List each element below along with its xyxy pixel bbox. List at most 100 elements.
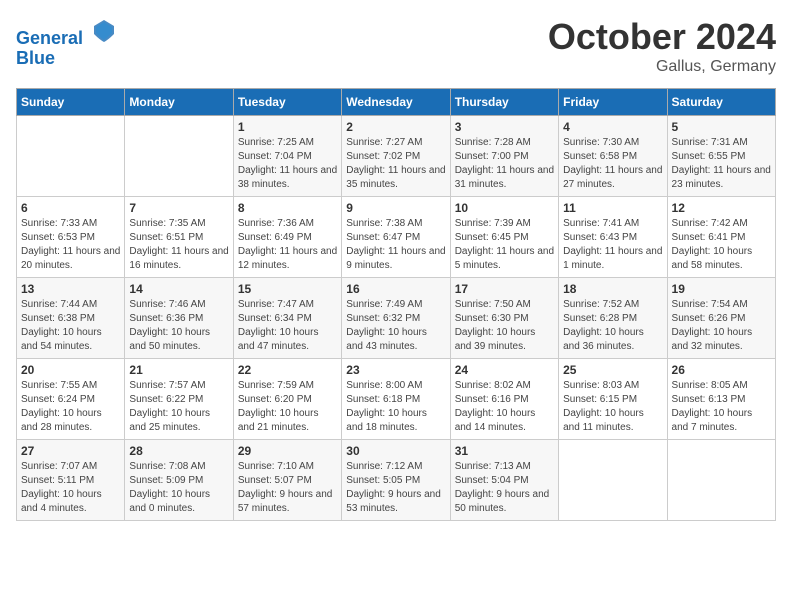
day-number: 20	[21, 363, 120, 377]
day-info: Sunrise: 7:46 AM Sunset: 6:36 PM Dayligh…	[129, 298, 228, 354]
day-number: 2	[346, 120, 445, 134]
calendar-cell: 15Sunrise: 7:47 AM Sunset: 6:34 PM Dayli…	[233, 278, 341, 359]
day-number: 8	[238, 201, 337, 215]
weekday-header-friday: Friday	[559, 89, 667, 116]
day-info: Sunrise: 7:35 AM Sunset: 6:51 PM Dayligh…	[129, 217, 228, 273]
day-info: Sunrise: 7:10 AM Sunset: 5:07 PM Dayligh…	[238, 460, 337, 516]
day-number: 24	[455, 363, 554, 377]
day-info: Sunrise: 7:12 AM Sunset: 5:05 PM Dayligh…	[346, 460, 445, 516]
day-info: Sunrise: 7:36 AM Sunset: 6:49 PM Dayligh…	[238, 217, 337, 273]
calendar-cell: 19Sunrise: 7:54 AM Sunset: 6:26 PM Dayli…	[667, 278, 775, 359]
day-number: 18	[563, 282, 662, 296]
weekday-header-wednesday: Wednesday	[342, 89, 450, 116]
calendar-cell: 5 Sunrise: 7:31 AM Sunset: 6:55 PM Daylig…	[667, 116, 775, 197]
day-number: 26	[672, 363, 771, 377]
day-info: Sunrise: 7:25 AM Sunset: 7:04 PM Dayligh…	[238, 136, 337, 192]
day-number: 31	[455, 444, 554, 458]
day-info: Sunrise: 7:57 AM Sunset: 6:22 PM Dayligh…	[129, 379, 228, 435]
day-number: 17	[455, 282, 554, 296]
calendar-cell	[17, 116, 125, 197]
calendar-cell: 7 Sunrise: 7:35 AM Sunset: 6:51 PM Daylig…	[125, 197, 233, 278]
day-number: 11	[563, 201, 662, 215]
day-number: 27	[21, 444, 120, 458]
day-info: Sunrise: 7:07 AM Sunset: 5:11 PM Dayligh…	[21, 460, 120, 516]
calendar-cell: 8 Sunrise: 7:36 AM Sunset: 6:49 PM Daylig…	[233, 197, 341, 278]
day-info: Sunrise: 7:31 AM Sunset: 6:55 PM Dayligh…	[672, 136, 771, 192]
day-number: 30	[346, 444, 445, 458]
day-number: 19	[672, 282, 771, 296]
day-number: 9	[346, 201, 445, 215]
weekday-header-thursday: Thursday	[450, 89, 558, 116]
logo: General Blue	[16, 16, 118, 69]
month-title: October 2024	[548, 16, 776, 58]
day-number: 10	[455, 201, 554, 215]
day-number: 29	[238, 444, 337, 458]
day-info: Sunrise: 7:27 AM Sunset: 7:02 PM Dayligh…	[346, 136, 445, 192]
calendar-cell: 20 Sunrise: 7:55 AM Sunset: 6:24 PM Dayli…	[17, 359, 125, 440]
day-number: 22	[238, 363, 337, 377]
calendar-table: SundayMondayTuesdayWednesdayThursdayFrid…	[16, 88, 776, 521]
calendar-cell: 24Sunrise: 8:02 AM Sunset: 6:16 PM Dayli…	[450, 359, 558, 440]
day-number: 23	[346, 363, 445, 377]
day-number: 7	[129, 201, 228, 215]
day-info: Sunrise: 7:28 AM Sunset: 7:00 PM Dayligh…	[455, 136, 554, 192]
day-info: Sunrise: 7:44 AM Sunset: 6:38 PM Dayligh…	[21, 298, 120, 354]
logo-icon	[90, 16, 118, 44]
day-number: 6	[21, 201, 120, 215]
day-number: 4	[563, 120, 662, 134]
day-info: Sunrise: 7:52 AM Sunset: 6:28 PM Dayligh…	[563, 298, 662, 354]
calendar-cell: 1Sunrise: 7:25 AM Sunset: 7:04 PM Daylig…	[233, 116, 341, 197]
logo-general: General	[16, 28, 83, 48]
day-info: Sunrise: 7:39 AM Sunset: 6:45 PM Dayligh…	[455, 217, 554, 273]
calendar-cell: 31 Sunrise: 7:13 AM Sunset: 5:04 PM Dayli…	[450, 440, 558, 521]
day-info: Sunrise: 7:30 AM Sunset: 6:58 PM Dayligh…	[563, 136, 662, 192]
calendar-cell: 22 Sunrise: 7:59 AM Sunset: 6:20 PM Dayli…	[233, 359, 341, 440]
calendar-cell	[559, 440, 667, 521]
location: Gallus, Germany	[548, 58, 776, 76]
calendar-cell: 3 Sunrise: 7:28 AM Sunset: 7:00 PM Daylig…	[450, 116, 558, 197]
calendar-cell: 2 Sunrise: 7:27 AM Sunset: 7:02 PM Daylig…	[342, 116, 450, 197]
day-info: Sunrise: 7:59 AM Sunset: 6:20 PM Dayligh…	[238, 379, 337, 435]
day-number: 3	[455, 120, 554, 134]
calendar-cell: 30 Sunrise: 7:12 AM Sunset: 5:05 PM Dayli…	[342, 440, 450, 521]
day-number: 13	[21, 282, 120, 296]
calendar-cell: 16 Sunrise: 7:49 AM Sunset: 6:32 PM Dayli…	[342, 278, 450, 359]
weekday-header-tuesday: Tuesday	[233, 89, 341, 116]
calendar-cell: 27 Sunrise: 7:07 AM Sunset: 5:11 PM Dayli…	[17, 440, 125, 521]
calendar-cell: 28 Sunrise: 7:08 AM Sunset: 5:09 PM Dayli…	[125, 440, 233, 521]
day-info: Sunrise: 7:08 AM Sunset: 5:09 PM Dayligh…	[129, 460, 228, 516]
day-info: Sunrise: 8:00 AM Sunset: 6:18 PM Dayligh…	[346, 379, 445, 435]
day-number: 16	[346, 282, 445, 296]
calendar-cell: 6 Sunrise: 7:33 AM Sunset: 6:53 PM Daylig…	[17, 197, 125, 278]
calendar-cell: 25Sunrise: 8:03 AM Sunset: 6:15 PM Dayli…	[559, 359, 667, 440]
day-info: Sunrise: 7:50 AM Sunset: 6:30 PM Dayligh…	[455, 298, 554, 354]
day-info: Sunrise: 7:47 AM Sunset: 6:34 PM Dayligh…	[238, 298, 337, 354]
calendar-cell: 26 Sunrise: 8:05 AM Sunset: 6:13 PM Dayli…	[667, 359, 775, 440]
calendar-cell: 12Sunrise: 7:42 AM Sunset: 6:41 PM Dayli…	[667, 197, 775, 278]
day-info: Sunrise: 7:49 AM Sunset: 6:32 PM Dayligh…	[346, 298, 445, 354]
calendar-cell: 14 Sunrise: 7:46 AM Sunset: 6:36 PM Dayli…	[125, 278, 233, 359]
day-info: Sunrise: 7:42 AM Sunset: 6:41 PM Dayligh…	[672, 217, 771, 273]
weekday-header-sunday: Sunday	[17, 89, 125, 116]
calendar-cell: 21Sunrise: 7:57 AM Sunset: 6:22 PM Dayli…	[125, 359, 233, 440]
calendar-cell	[125, 116, 233, 197]
day-number: 14	[129, 282, 228, 296]
day-info: Sunrise: 7:33 AM Sunset: 6:53 PM Dayligh…	[21, 217, 120, 273]
calendar-cell: 23 Sunrise: 8:00 AM Sunset: 6:18 PM Dayli…	[342, 359, 450, 440]
day-number: 28	[129, 444, 228, 458]
day-info: Sunrise: 8:05 AM Sunset: 6:13 PM Dayligh…	[672, 379, 771, 435]
day-number: 5	[672, 120, 771, 134]
day-number: 25	[563, 363, 662, 377]
calendar-cell: 13 Sunrise: 7:44 AM Sunset: 6:38 PM Dayli…	[17, 278, 125, 359]
weekday-header-monday: Monday	[125, 89, 233, 116]
page-header: General Blue October 2024 Gallus, German…	[16, 16, 776, 76]
day-info: Sunrise: 7:55 AM Sunset: 6:24 PM Dayligh…	[21, 379, 120, 435]
calendar-cell: 17 Sunrise: 7:50 AM Sunset: 6:30 PM Dayli…	[450, 278, 558, 359]
calendar-cell: 4 Sunrise: 7:30 AM Sunset: 6:58 PM Daylig…	[559, 116, 667, 197]
day-info: Sunrise: 7:13 AM Sunset: 5:04 PM Dayligh…	[455, 460, 554, 516]
weekday-header-saturday: Saturday	[667, 89, 775, 116]
calendar-cell: 18 Sunrise: 7:52 AM Sunset: 6:28 PM Dayli…	[559, 278, 667, 359]
calendar-cell: 11Sunrise: 7:41 AM Sunset: 6:43 PM Dayli…	[559, 197, 667, 278]
calendar-cell: 9Sunrise: 7:38 AM Sunset: 6:47 PM Daylig…	[342, 197, 450, 278]
calendar-cell: 29 Sunrise: 7:10 AM Sunset: 5:07 PM Dayli…	[233, 440, 341, 521]
